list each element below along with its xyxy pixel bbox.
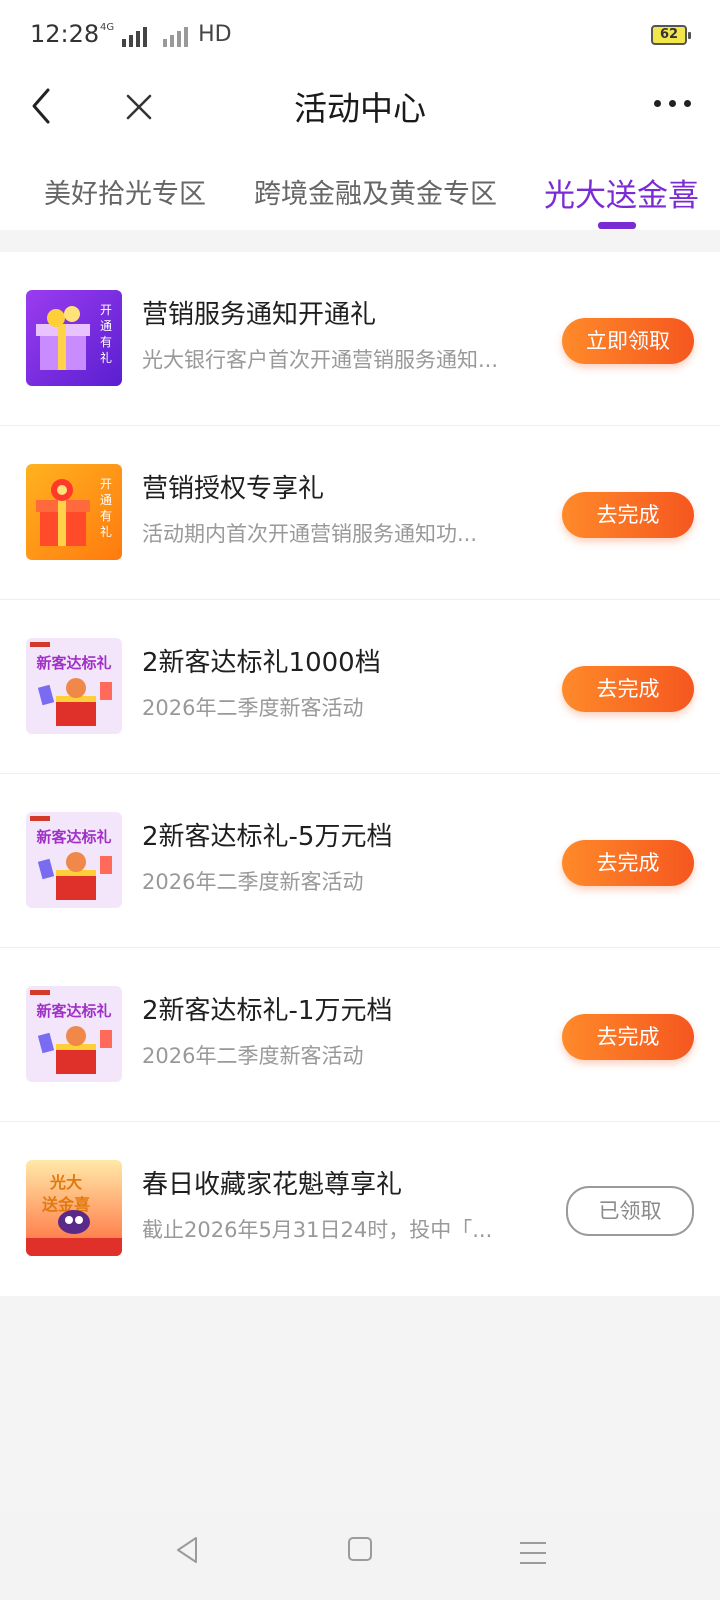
activity-description: 2026年二季度新客活动: [142, 870, 364, 894]
battery-icon: 62: [651, 25, 691, 45]
signal-strength-weak-icon: [163, 25, 189, 47]
signal-indicators: 4G HD: [100, 22, 232, 47]
svg-text:通: 通: [100, 319, 112, 333]
ceb-gold-gift-thumbnail: 光大 送金喜: [26, 1160, 122, 1256]
category-tabs: 美好拾光专区 跨境金融及黄金专区 光大送金喜: [0, 152, 720, 230]
list-item: 光大 送金喜 春日收藏家花魁尊享礼 截止2026年5月31日24时，投中「...…: [0, 1122, 720, 1296]
svg-text:礼: 礼: [100, 524, 112, 539]
list-item: 开 通 有 礼 营销授权专享礼 活动期内首次开通营销服务通知功... 去完成: [0, 426, 720, 600]
svg-text:通: 通: [100, 493, 112, 507]
tab-ceb-gold[interactable]: 光大送金喜: [544, 170, 699, 215]
hd-label: HD: [198, 22, 232, 47]
activity-title: 营销授权专享礼: [142, 474, 325, 504]
nav-back-icon[interactable]: [170, 1532, 206, 1568]
activity-title: 春日收藏家花魁尊享礼: [142, 1170, 403, 1200]
activity-description: 光大银行客户首次开通营销服务通知...: [142, 348, 499, 372]
navigation-bar: 活动中心: [0, 72, 720, 152]
activity-title: 2新客达标礼-1万元档: [142, 996, 393, 1026]
status-time: 12:28: [30, 20, 100, 48]
system-navigation-bar: [0, 1512, 720, 1600]
go-complete-button[interactable]: 去完成: [562, 840, 694, 886]
svg-text:有: 有: [100, 335, 112, 349]
list-item: 开 通 有 礼 营销服务通知开通礼 光大银行客户首次开通营销服务通知... 立即…: [0, 252, 720, 426]
activity-title: 2新客达标礼1000档: [142, 648, 381, 678]
gift-box-orange-thumbnail: 开 通 有 礼: [26, 464, 122, 560]
claimed-button[interactable]: 已领取: [566, 1186, 694, 1236]
gift-box-purple-thumbnail: 开 通 有 礼: [26, 290, 122, 386]
go-complete-button[interactable]: 去完成: [562, 666, 694, 712]
activity-title: 营销服务通知开通礼: [142, 300, 377, 330]
svg-text:新客达标礼: 新客达标礼: [36, 828, 111, 846]
svg-text:开: 开: [100, 303, 112, 317]
activity-list: 开 通 有 礼 营销服务通知开通礼 光大银行客户首次开通营销服务通知... 立即…: [0, 252, 720, 1296]
go-complete-button[interactable]: 去完成: [562, 1014, 694, 1060]
list-item: 新客达标礼 2新客达标礼1000档 2026年二季度新客活动 去完成: [0, 600, 720, 774]
activity-description: 2026年二季度新客活动: [142, 1044, 364, 1068]
new-customer-gift-thumbnail: 新客达标礼: [26, 986, 122, 1082]
svg-text:有: 有: [100, 509, 112, 523]
activity-title: 2新客达标礼-5万元档: [142, 822, 393, 852]
activity-description: 截止2026年5月31日24时，投中「...: [142, 1218, 493, 1242]
more-dots-icon[interactable]: [654, 100, 691, 107]
activity-description: 活动期内首次开通营销服务通知功...: [142, 522, 478, 546]
signal-strength-icon: [122, 25, 148, 47]
svg-text:开: 开: [100, 477, 112, 491]
go-complete-button[interactable]: 去完成: [562, 492, 694, 538]
svg-text:新客达标礼: 新客达标礼: [36, 1002, 111, 1020]
svg-text:礼: 礼: [100, 350, 112, 365]
tab-cross-border-finance[interactable]: 跨境金融及黄金专区: [254, 172, 497, 211]
page-title: 活动中心: [294, 89, 426, 128]
new-customer-gift-thumbnail: 新客达标礼: [26, 812, 122, 908]
nav-menu-icon[interactable]: [520, 1542, 546, 1572]
activity-description: 2026年二季度新客活动: [142, 696, 364, 720]
tab-beautiful-time[interactable]: 美好拾光专区: [44, 172, 206, 211]
network-type: 4G: [100, 22, 115, 33]
nav-home-icon[interactable]: [348, 1537, 372, 1561]
claim-now-button[interactable]: 立即领取: [562, 318, 694, 364]
list-item: 新客达标礼 2新客达标礼-1万元档 2026年二季度新客活动 去完成: [0, 948, 720, 1122]
svg-text:新客达标礼: 新客达标礼: [36, 654, 111, 672]
svg-text:送金喜: 送金喜: [41, 1195, 90, 1214]
active-tab-indicator: [598, 222, 636, 229]
new-customer-gift-thumbnail: 新客达标礼: [26, 638, 122, 734]
svg-text:光大: 光大: [49, 1173, 82, 1192]
status-bar: 12:28 4G HD 62: [0, 0, 720, 72]
list-item: 新客达标礼 2新客达标礼-5万元档 2026年二季度新客活动 去完成: [0, 774, 720, 948]
